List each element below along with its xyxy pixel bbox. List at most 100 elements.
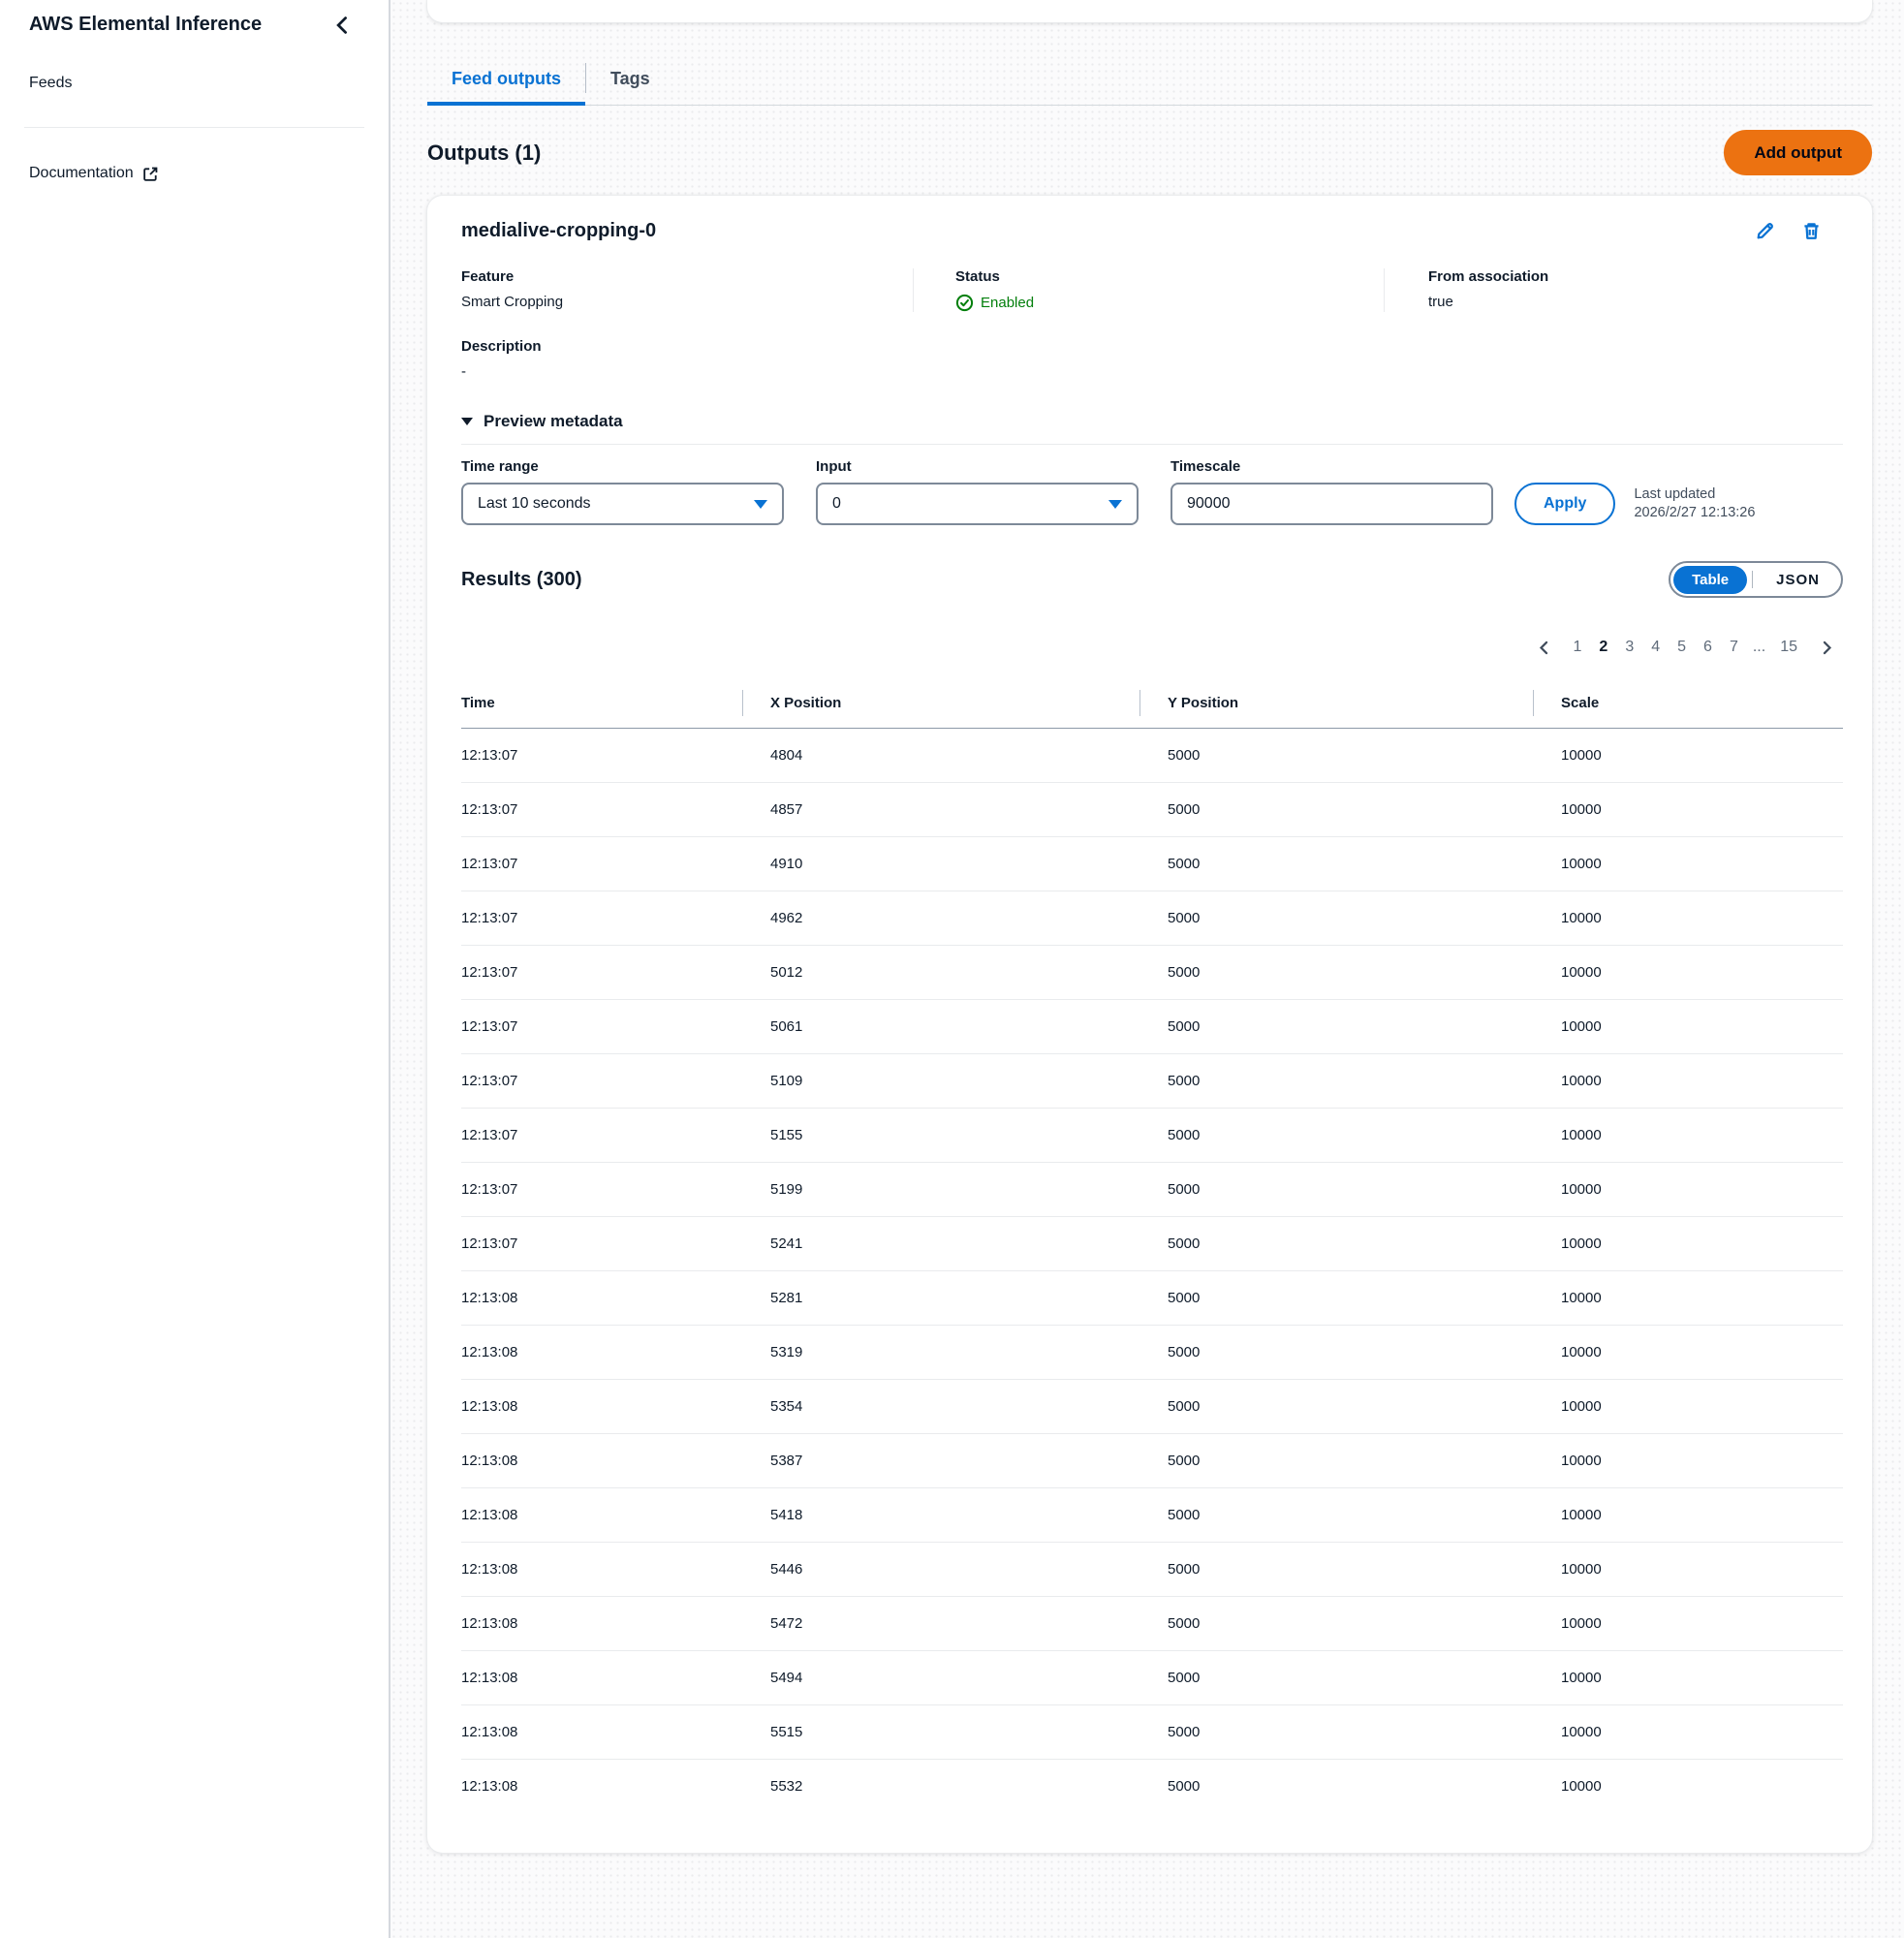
- timescale-input[interactable]: [1170, 483, 1493, 525]
- table-row: 12:13:085494500010000: [461, 1651, 1843, 1705]
- toggle-table[interactable]: Table: [1673, 566, 1747, 594]
- table-cell: 10000: [1533, 891, 1843, 946]
- field-label: Description: [461, 338, 1843, 355]
- add-output-button[interactable]: Add output: [1724, 130, 1872, 175]
- page-number[interactable]: 3: [1616, 637, 1642, 658]
- page-number[interactable]: 7: [1721, 637, 1747, 658]
- table-cell: 5000: [1139, 1380, 1533, 1434]
- table-cell: 5319: [742, 1326, 1139, 1380]
- next-page-button[interactable]: [1811, 638, 1843, 658]
- table-cell: 5109: [742, 1054, 1139, 1109]
- page-number[interactable]: 6: [1695, 637, 1721, 658]
- outputs-header: Outputs (1) Add output: [427, 130, 1872, 175]
- app-title: AWS Elemental Inference: [29, 12, 330, 38]
- table-cell: 5000: [1139, 1705, 1533, 1760]
- page-number[interactable]: 15: [1771, 637, 1806, 658]
- table-cell: 10000: [1533, 1054, 1843, 1109]
- table-cell: 5000: [1139, 729, 1533, 783]
- table-cell: 12:13:07: [461, 946, 742, 1000]
- documentation-label: Documentation: [29, 165, 134, 182]
- results-table: TimeX PositionY PositionScale 12:13:0748…: [461, 687, 1843, 1814]
- sidebar-collapse-button[interactable]: [330, 14, 354, 37]
- chevron-down-icon: [754, 500, 767, 509]
- sidebar-item-label: Feeds: [29, 75, 72, 92]
- input-field: Input 0: [816, 458, 1139, 525]
- table-cell: 10000: [1533, 1651, 1843, 1705]
- page-number[interactable]: 4: [1642, 637, 1669, 658]
- preview-metadata-expander[interactable]: Preview metadata: [461, 412, 623, 431]
- table-cell: 5155: [742, 1109, 1139, 1163]
- trash-icon: [1801, 221, 1822, 241]
- table-cell: 4857: [742, 783, 1139, 837]
- column-header: X Position: [742, 687, 1139, 729]
- page-number[interactable]: 1: [1565, 637, 1591, 658]
- apply-button[interactable]: Apply: [1514, 483, 1615, 525]
- table-cell: 5000: [1139, 837, 1533, 891]
- table-cell: 5387: [742, 1434, 1139, 1488]
- table-cell: 12:13:08: [461, 1434, 742, 1488]
- chevron-left-icon: [331, 15, 353, 36]
- table-cell: 5000: [1139, 891, 1533, 946]
- timescale-label: Timescale: [1170, 458, 1493, 475]
- table-cell: 5000: [1139, 1760, 1533, 1814]
- last-updated: Last updated 2026/2/27 12:13:26: [1634, 483, 1755, 525]
- column-header: Y Position: [1139, 687, 1533, 729]
- table-row: 12:13:085319500010000: [461, 1326, 1843, 1380]
- output-name: medialive-cropping-0: [461, 220, 656, 242]
- tab-tags[interactable]: Tags: [586, 61, 674, 105]
- preview-controls: Time range Last 10 seconds Input 0 Times…: [461, 458, 1843, 525]
- main-content: Feed outputs Tags Outputs (1) Add output…: [390, 0, 1904, 1938]
- table-row: 12:13:085281500010000: [461, 1271, 1843, 1326]
- delete-output-button[interactable]: [1801, 221, 1822, 241]
- table-cell: 12:13:07: [461, 1109, 742, 1163]
- table-cell: 12:13:07: [461, 837, 742, 891]
- edit-output-button[interactable]: [1755, 221, 1775, 241]
- field-feature: Feature Smart Cropping: [461, 268, 913, 312]
- table-cell: 4910: [742, 837, 1139, 891]
- table-cell: 10000: [1533, 1705, 1843, 1760]
- table-cell: 5000: [1139, 1217, 1533, 1271]
- timescale-field: Timescale: [1170, 458, 1493, 525]
- previous-page-button[interactable]: [1528, 638, 1560, 658]
- table-cell: 5515: [742, 1705, 1139, 1760]
- table-header-row: TimeX PositionY PositionScale: [461, 687, 1843, 729]
- table-cell: 5000: [1139, 1271, 1533, 1326]
- table-row: 12:13:075199500010000: [461, 1163, 1843, 1217]
- table-row: 12:13:074962500010000: [461, 891, 1843, 946]
- table-row: 12:13:075155500010000: [461, 1109, 1843, 1163]
- expander-label: Preview metadata: [484, 412, 623, 431]
- time-range-select[interactable]: Last 10 seconds: [461, 483, 784, 525]
- table-cell: 5199: [742, 1163, 1139, 1217]
- page-current[interactable]: 2: [1590, 637, 1616, 658]
- pagination: 1234567...15: [461, 637, 1843, 658]
- sidebar-divider: [24, 127, 364, 128]
- table-cell: 12:13:08: [461, 1380, 742, 1434]
- table-cell: 10000: [1533, 1217, 1843, 1271]
- input-select[interactable]: 0: [816, 483, 1139, 525]
- table-cell: 12:13:07: [461, 1054, 742, 1109]
- table-row: 12:13:085354500010000: [461, 1380, 1843, 1434]
- sidebar-item-feeds[interactable]: Feeds: [29, 75, 72, 92]
- sidebar-item-documentation[interactable]: Documentation: [29, 165, 159, 182]
- toggle-json[interactable]: JSON: [1758, 566, 1838, 594]
- chevron-right-icon: [1819, 640, 1835, 656]
- chevron-down-icon: [1108, 500, 1122, 509]
- tab-bar: Feed outputs Tags: [427, 61, 1872, 106]
- table-row: 12:13:085387500010000: [461, 1434, 1843, 1488]
- status-text: Enabled: [981, 295, 1034, 311]
- table-cell: 5000: [1139, 946, 1533, 1000]
- table-cell: 5012: [742, 946, 1139, 1000]
- status-positive-icon: [955, 294, 974, 312]
- tab-feed-outputs[interactable]: Feed outputs: [427, 61, 585, 106]
- table-cell: 12:13:07: [461, 729, 742, 783]
- table-cell: 12:13:07: [461, 1163, 742, 1217]
- field-label: Status: [955, 268, 1384, 285]
- table-cell: 12:13:08: [461, 1651, 742, 1705]
- table-cell: 10000: [1533, 1434, 1843, 1488]
- page-number[interactable]: 5: [1669, 637, 1695, 658]
- table-cell: 5000: [1139, 1109, 1533, 1163]
- table-cell: 10000: [1533, 1109, 1843, 1163]
- field-label: Feature: [461, 268, 913, 285]
- table-cell: 10000: [1533, 837, 1843, 891]
- results-header: Results (300) Table JSON: [461, 561, 1843, 598]
